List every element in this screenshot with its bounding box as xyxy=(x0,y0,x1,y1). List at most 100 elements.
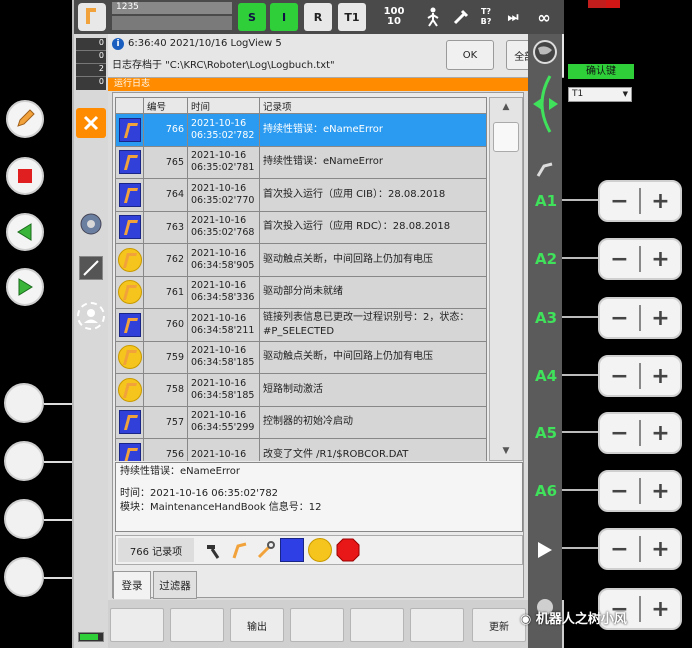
info-message-icon xyxy=(118,410,141,435)
log-table-row[interactable]: 762 2021-10-16 06:34:58'905 驱动触点关断，中间回路上仍加有… xyxy=(115,243,487,277)
refresh-button[interactable]: 更新 xyxy=(472,608,526,642)
info-message-icon xyxy=(118,312,141,337)
minus-icon[interactable]: − xyxy=(600,306,639,331)
jog-key-a4[interactable]: − + xyxy=(598,355,682,397)
row-number: 757 xyxy=(143,405,188,439)
submit-interpreter-button[interactable]: S xyxy=(238,3,266,31)
start-button[interactable] xyxy=(6,268,44,306)
jog-key-a6[interactable]: − + xyxy=(598,470,682,512)
robot-arm-icon[interactable] xyxy=(230,540,250,560)
next-page-icon[interactable] xyxy=(536,540,554,560)
error-count: 0 xyxy=(76,38,106,51)
close-window-button[interactable] xyxy=(76,108,106,138)
log-table-row[interactable]: 766 2021-10-16 06:35:02'782 持续性错误：eNameErro… xyxy=(115,113,487,147)
log-table-row[interactable]: 761 2021-10-16 06:34:58'336 驱动部分尚未就绪 xyxy=(115,275,487,309)
stop-button[interactable] xyxy=(6,157,44,195)
override-display[interactable]: 100 10 xyxy=(372,3,416,31)
plus-icon[interactable]: + xyxy=(641,421,680,446)
blue-square-filter[interactable] xyxy=(280,538,304,562)
log-table-row[interactable]: 760 2021-10-16 06:34:58'211 链接列表信息已更改一过程识别号… xyxy=(115,308,487,342)
drives-button[interactable]: I xyxy=(270,3,298,31)
ok-button[interactable]: OK xyxy=(446,40,494,70)
softkey-6[interactable] xyxy=(410,608,464,642)
row-message: 首次投入运行（应用 RDC）：28.08.2018 xyxy=(259,210,487,244)
jog-mode-icon[interactable]: ⏭ xyxy=(502,3,524,31)
plus-icon[interactable]: + xyxy=(641,364,680,389)
export-button[interactable]: 输出 xyxy=(230,608,284,642)
jog-key-a1[interactable]: − + xyxy=(598,180,682,222)
softkey-5[interactable] xyxy=(350,608,404,642)
log-table-row[interactable]: 759 2021-10-16 06:34:58'185 驱动触点关断，中间回路上仍加有… xyxy=(115,340,487,374)
softkey-2[interactable] xyxy=(170,608,224,642)
scroll-down-icon[interactable]: ▼ xyxy=(490,446,522,456)
hammer-icon[interactable] xyxy=(204,540,224,560)
tab-filter[interactable]: 过滤器 xyxy=(153,571,197,599)
scroll-thumb[interactable] xyxy=(493,122,519,152)
step-back-button[interactable] xyxy=(6,213,44,251)
icon-column-header[interactable] xyxy=(115,97,144,114)
minus-icon[interactable]: − xyxy=(600,364,639,389)
log-table-row[interactable]: 757 2021-10-16 06:34:55'299 控制器的初始冷启动 xyxy=(115,405,487,439)
mode-button[interactable]: T1 xyxy=(338,3,366,31)
tool-icon[interactable] xyxy=(450,3,472,31)
plus-icon[interactable]: + xyxy=(641,189,680,214)
robot-interpreter-button[interactable]: R xyxy=(304,3,332,31)
log-table-row[interactable]: 758 2021-10-16 06:34:58'185 短路制动激活 xyxy=(115,373,487,407)
yellow-circle-filter[interactable] xyxy=(308,538,332,562)
log-table-row[interactable]: 764 2021-10-16 06:35:02'770 首次投入运行（应用 CIB）：… xyxy=(115,178,487,212)
jog-key-a5[interactable]: − + xyxy=(598,412,682,454)
info-count: 2 xyxy=(76,64,106,77)
walking-man-icon[interactable] xyxy=(420,3,446,31)
log-table-row[interactable]: 763 2021-10-16 06:35:02'768 首次投入运行（应用 RDC）：… xyxy=(115,210,487,244)
minus-icon[interactable]: − xyxy=(600,247,639,272)
tool-base-display[interactable]: T? B? xyxy=(474,3,498,31)
minus-icon[interactable]: − xyxy=(600,421,639,446)
soft-key-4[interactable] xyxy=(4,557,76,597)
minus-icon[interactable]: − xyxy=(600,537,639,562)
display-icon[interactable] xyxy=(79,256,103,280)
row-message: 短路制动激活 xyxy=(259,373,487,407)
soft-key-1[interactable] xyxy=(4,383,76,423)
soft-key-2[interactable] xyxy=(4,441,76,481)
soft-key-3[interactable] xyxy=(4,499,76,539)
softkey-4[interactable] xyxy=(290,608,344,642)
globe-icon[interactable] xyxy=(533,40,557,64)
minus-icon[interactable]: − xyxy=(600,189,639,214)
edit-button[interactable] xyxy=(6,100,44,138)
time-column-header[interactable]: 时间 xyxy=(187,97,260,114)
robot-jog-icon[interactable] xyxy=(534,158,556,180)
scroll-up-icon[interactable]: ▲ xyxy=(490,102,522,112)
robot-logo-icon[interactable] xyxy=(78,3,106,31)
entry-column-header[interactable]: 记录项 xyxy=(259,97,487,114)
jog-key-7[interactable]: − + xyxy=(598,528,682,570)
log-table-row[interactable]: 756 2021-10-16 改变了文件 /R1/$ROBCOR.DAT xyxy=(115,438,487,461)
plus-icon[interactable]: + xyxy=(641,247,680,272)
plus-icon[interactable]: + xyxy=(641,479,680,504)
row-number: 766 xyxy=(143,113,188,147)
confirm-button[interactable]: 确认键 xyxy=(568,64,634,79)
log-table-row[interactable]: 765 2021-10-16 06:35:02'781 持续性错误：eNameErro… xyxy=(115,145,487,179)
minimize-icon[interactable] xyxy=(588,0,606,8)
mode-select[interactable]: T1 ▼ xyxy=(568,87,632,102)
close-window-icon[interactable] xyxy=(606,0,620,8)
jog-mode-selector[interactable] xyxy=(530,72,560,136)
axis-label-a4: A4 xyxy=(535,367,558,385)
user-group-icon[interactable] xyxy=(77,302,105,330)
number-column-header[interactable]: 编号 xyxy=(143,97,188,114)
row-icon-cell xyxy=(115,373,144,407)
softkey-1[interactable] xyxy=(110,608,164,642)
row-date: 2021-10-16 xyxy=(191,247,247,259)
settings-gear-icon[interactable] xyxy=(77,210,105,238)
increment-display[interactable]: ∞ xyxy=(528,3,560,31)
jog-key-a2[interactable]: − + xyxy=(598,238,682,280)
axis-label-a6: A6 xyxy=(535,482,558,500)
plus-icon[interactable]: + xyxy=(641,597,680,622)
tab-login[interactable]: 登录 xyxy=(113,571,151,599)
plus-icon[interactable]: + xyxy=(641,306,680,331)
red-octagon-filter[interactable] xyxy=(336,538,360,562)
wrench-icon[interactable] xyxy=(256,540,276,560)
plus-icon[interactable]: + xyxy=(641,537,680,562)
log-scrollbar[interactable]: ▲ ▼ xyxy=(489,97,523,461)
jog-key-a3[interactable]: − + xyxy=(598,297,682,339)
minus-icon[interactable]: − xyxy=(600,479,639,504)
